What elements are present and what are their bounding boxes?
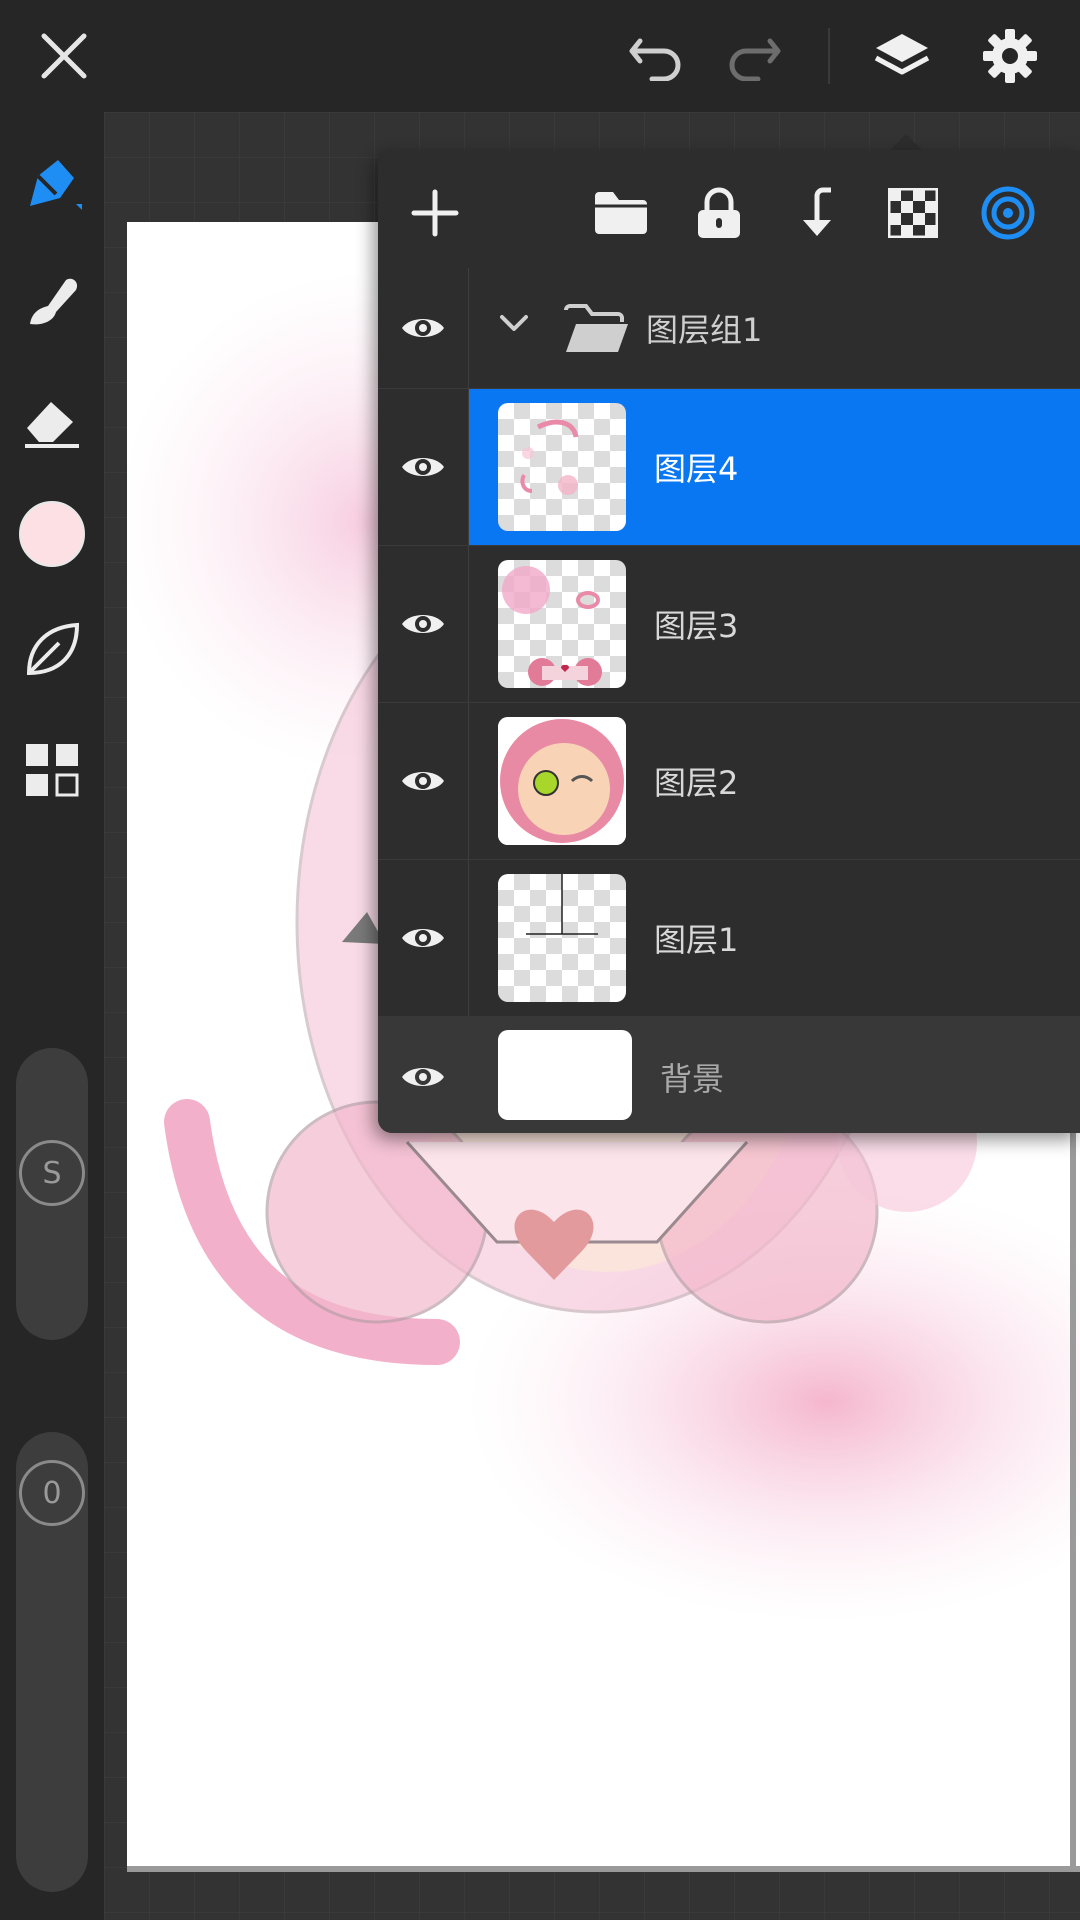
- gear-icon[interactable]: [972, 18, 1048, 94]
- color-swatch[interactable]: [14, 496, 90, 572]
- layer-row[interactable]: 图层1: [378, 859, 1080, 1016]
- layer-name: 图层1: [654, 921, 739, 959]
- eye-icon[interactable]: [378, 546, 468, 702]
- eye-icon[interactable]: [378, 268, 468, 388]
- layer-thumbnail: [498, 560, 626, 688]
- eraser-icon[interactable]: [14, 384, 90, 460]
- grid-icon[interactable]: [14, 732, 90, 808]
- smudge-icon[interactable]: [14, 264, 90, 340]
- lock-icon[interactable]: [684, 178, 754, 248]
- eye-icon[interactable]: [378, 1016, 468, 1133]
- size-slider-knob[interactable]: S: [19, 1140, 85, 1206]
- target-icon[interactable]: [973, 178, 1043, 248]
- pen-icon[interactable]: [14, 146, 90, 222]
- layer-list: 图层组1 图层4 图层3 图层2 图层1 背景: [378, 268, 1080, 1133]
- redo-icon[interactable]: [716, 18, 792, 94]
- layers-panel: 图层组1 图层4 图层3 图层2 图层1 背景: [378, 150, 1080, 1133]
- folder-icon[interactable]: [586, 178, 656, 248]
- close-icon[interactable]: [26, 18, 102, 94]
- layers-icon[interactable]: [864, 18, 940, 94]
- divider: [468, 860, 469, 1016]
- leaf-icon[interactable]: [14, 612, 90, 688]
- layer-row[interactable]: 图层2: [378, 702, 1080, 859]
- layer-row[interactable]: 图层3: [378, 545, 1080, 702]
- layer-group-row[interactable]: 图层组1: [378, 268, 1080, 388]
- eye-icon[interactable]: [378, 389, 468, 545]
- divider: [468, 389, 469, 545]
- chevron-down-icon[interactable]: [498, 312, 530, 338]
- layer-thumbnail: [498, 403, 626, 531]
- layer-name: 图层3: [654, 607, 739, 645]
- divider: [468, 268, 469, 388]
- merge-down-icon[interactable]: [782, 178, 852, 248]
- divider: [468, 546, 469, 702]
- layer-name: 图层4: [654, 450, 739, 488]
- group-name: 图层组1: [646, 311, 763, 349]
- divider: [468, 703, 469, 859]
- folder-open-icon: [564, 304, 630, 358]
- layer-thumbnail: [498, 717, 626, 845]
- left-toolbar: S 0: [0, 112, 104, 1920]
- opacity-slider-knob[interactable]: 0: [19, 1460, 85, 1526]
- divider: [828, 28, 830, 84]
- layer-name: 背景: [660, 1060, 725, 1098]
- opacity-slider[interactable]: 0: [16, 1432, 88, 1892]
- size-slider[interactable]: S: [16, 1048, 88, 1340]
- layer-thumbnail: [498, 874, 626, 1002]
- eye-icon[interactable]: [378, 703, 468, 859]
- transparency-icon[interactable]: [878, 178, 948, 248]
- canvas-edge-right: [1070, 1100, 1076, 1870]
- layer-name: 图层2: [654, 764, 739, 802]
- top-bar: [0, 0, 1080, 112]
- canvas-edge: [127, 1866, 1080, 1872]
- undo-icon[interactable]: [618, 18, 694, 94]
- layer-row[interactable]: 图层4: [378, 388, 1080, 545]
- background-layer-row[interactable]: 背景: [378, 1016, 1080, 1133]
- eye-icon[interactable]: [378, 860, 468, 1016]
- add-icon[interactable]: [400, 178, 470, 248]
- layer-thumbnail: [498, 1030, 632, 1120]
